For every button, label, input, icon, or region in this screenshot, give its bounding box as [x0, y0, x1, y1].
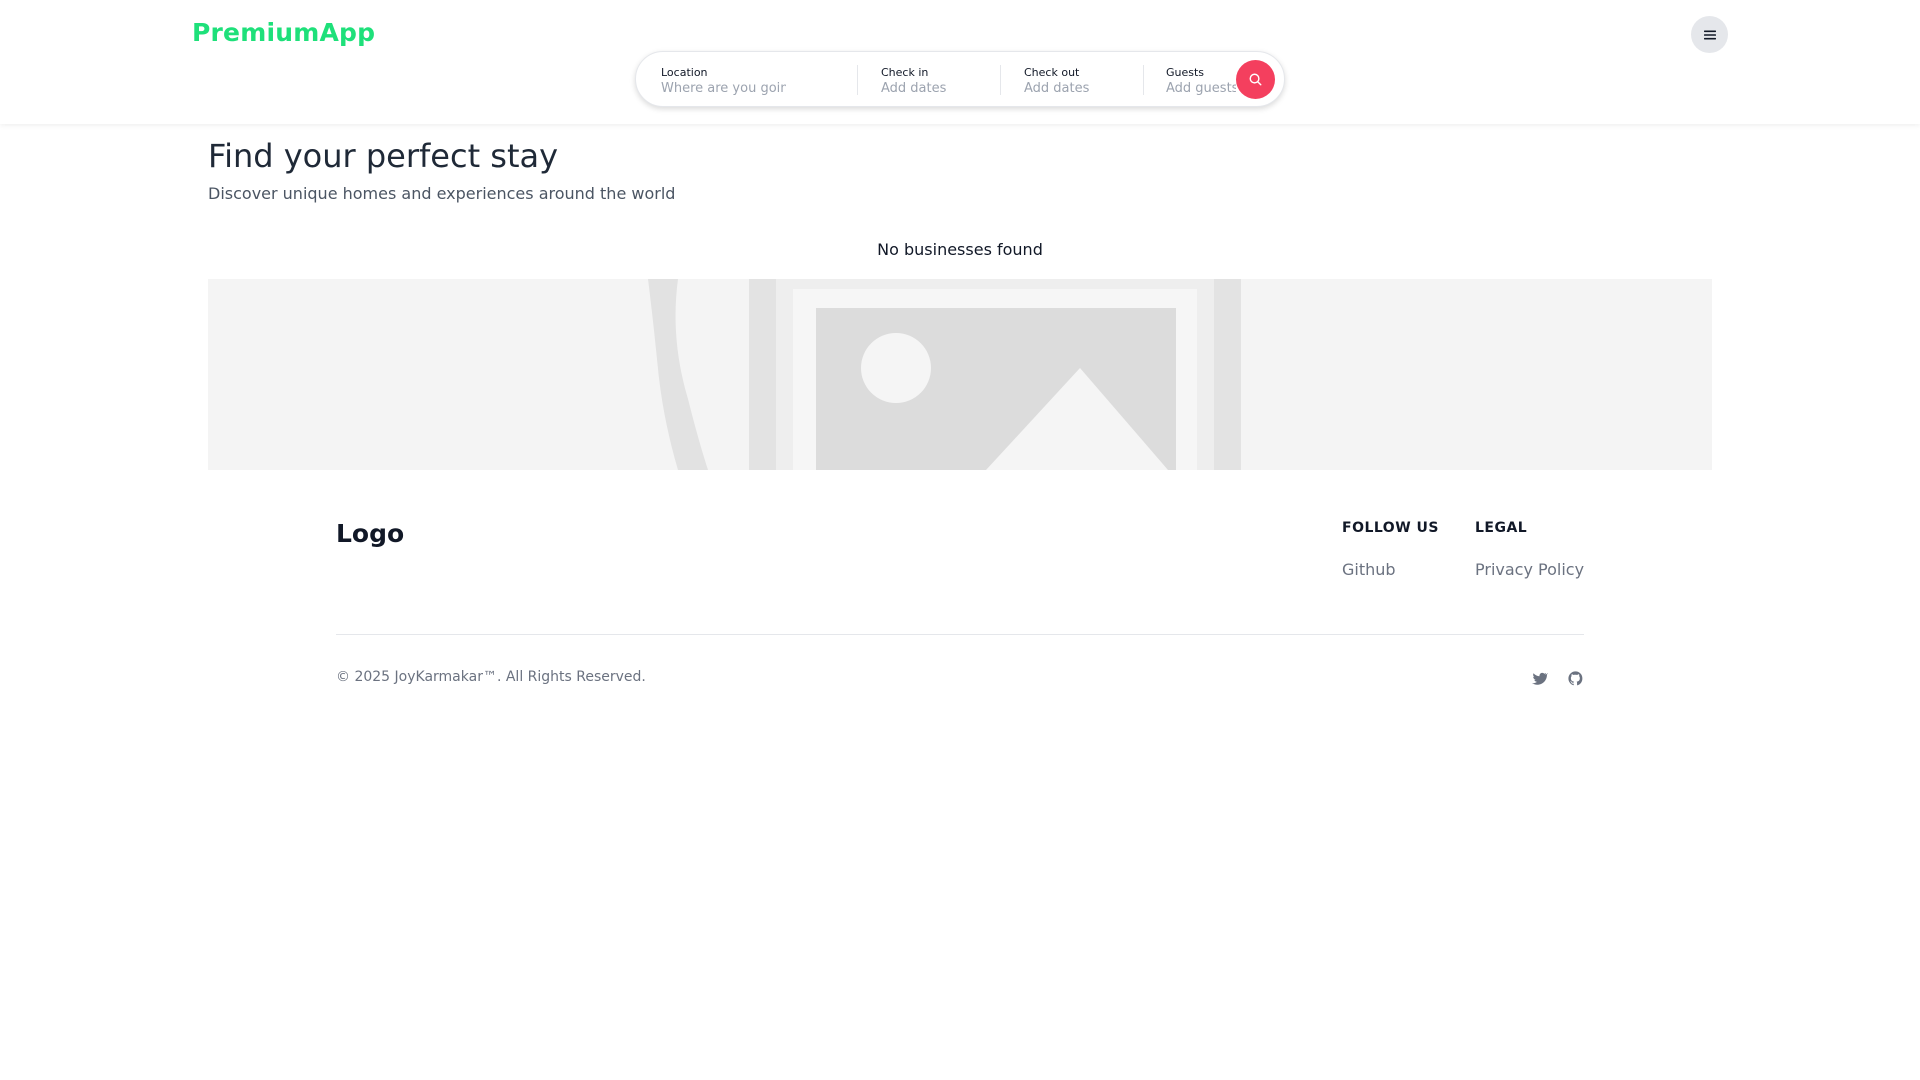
- location-label: Location: [661, 66, 708, 79]
- image-placeholder: [208, 279, 1712, 470]
- check-out-input[interactable]: [1024, 81, 1129, 96]
- empty-state-message: No businesses found: [877, 240, 1043, 259]
- github-link[interactable]: [1566, 669, 1584, 687]
- guests-field[interactable]: Guests: [1166, 52, 1236, 106]
- page-title: Find your perfect stay: [208, 137, 559, 175]
- footer-column-follow-us: FOLLOW US Github: [1342, 520, 1439, 579]
- footer-link-github[interactable]: Github: [1342, 560, 1439, 579]
- site-header: PremiumApp Location Check in Check out G…: [0, 0, 1920, 124]
- menu-button[interactable]: [1691, 16, 1728, 53]
- footer-heading-follow-us: FOLLOW US: [1342, 520, 1439, 536]
- search-divider: [857, 65, 858, 95]
- search-divider: [1000, 65, 1001, 95]
- footer-heading-legal: LEGAL: [1475, 520, 1528, 536]
- search-bar: Location Check in Check out Guests: [635, 51, 1285, 107]
- twitter-icon: [1531, 672, 1548, 685]
- hamburger-menu-icon: [1703, 30, 1716, 39]
- check-in-input[interactable]: [881, 81, 986, 96]
- check-in-label: Check in: [881, 66, 929, 79]
- guests-label: Guests: [1166, 66, 1205, 79]
- search-icon: [1249, 73, 1262, 86]
- footer-logo: Logo: [336, 519, 405, 548]
- page-subtitle: Discover unique homes and experiences ar…: [208, 184, 676, 203]
- location-input[interactable]: [661, 81, 786, 96]
- image-placeholder-icon: [648, 279, 1241, 470]
- footer-link-privacy-policy[interactable]: Privacy Policy: [1475, 560, 1584, 579]
- copyright-text: © 2025 JoyKarmakar™. All Rights Reserved…: [336, 669, 646, 685]
- search-divider: [1143, 65, 1144, 95]
- github-icon: [1567, 670, 1582, 685]
- twitter-link[interactable]: [1530, 669, 1548, 687]
- location-field[interactable]: Location: [661, 52, 821, 106]
- footer-divider: [336, 634, 1584, 635]
- footer-column-legal: LEGAL Privacy Policy: [1475, 520, 1584, 579]
- brand-logo[interactable]: PremiumApp: [192, 18, 375, 47]
- check-in-field[interactable]: Check in: [881, 52, 991, 106]
- guests-input[interactable]: [1166, 81, 1236, 96]
- search-button[interactable]: [1236, 60, 1275, 99]
- check-out-label: Check out: [1024, 66, 1080, 79]
- check-out-field[interactable]: Check out: [1024, 52, 1134, 106]
